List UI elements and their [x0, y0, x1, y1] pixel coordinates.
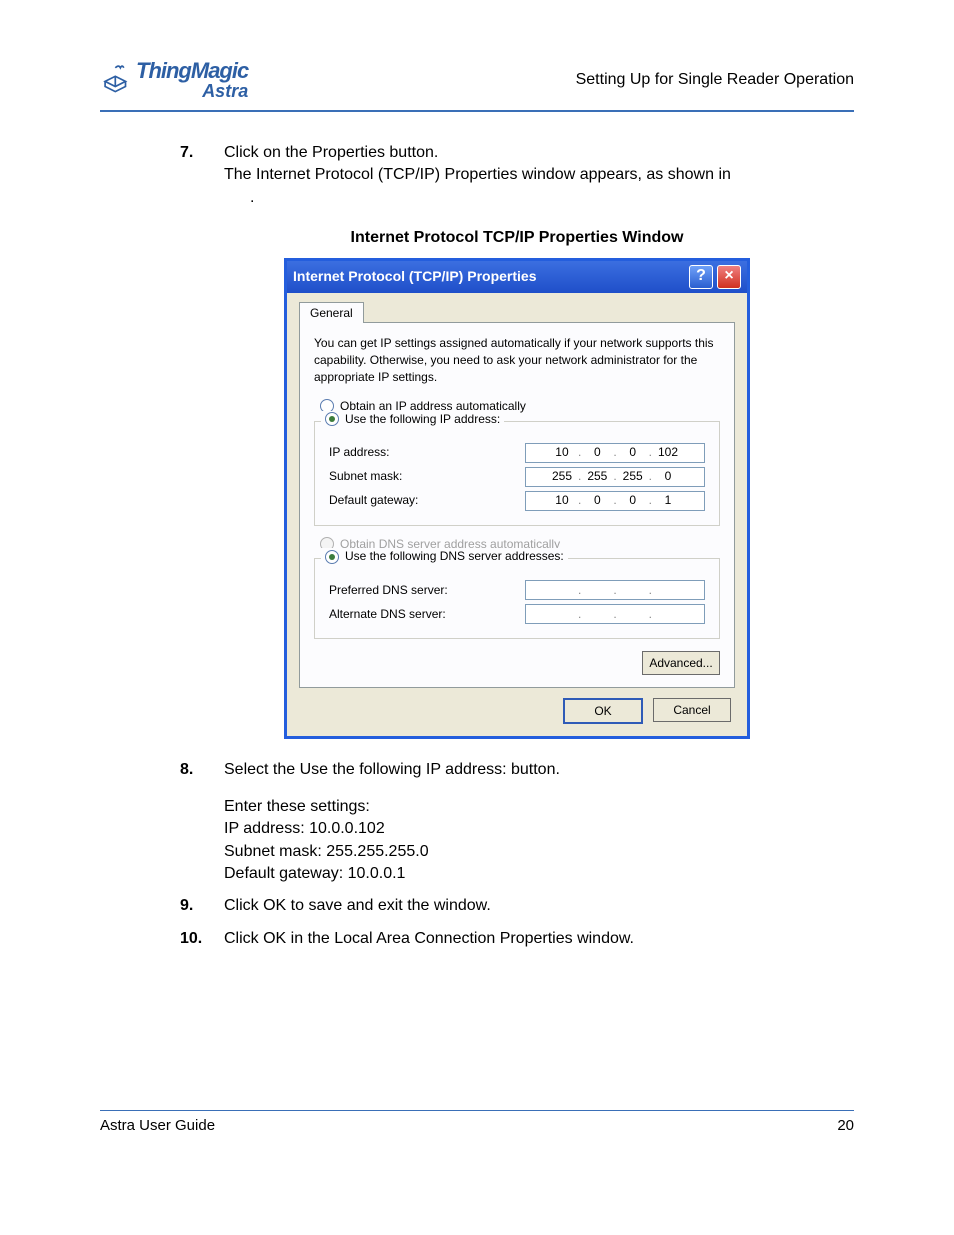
dialog-title: Internet Protocol (TCP/IP) Properties	[293, 267, 536, 287]
input-ip-address[interactable]: 10. 0. 0. 102	[525, 443, 705, 463]
step-number: 9.	[180, 895, 204, 917]
step-number: 7.	[180, 142, 204, 209]
step-text: Enter these settings:	[224, 796, 854, 818]
label-preferred-dns: Preferred DNS server:	[329, 582, 448, 599]
logo-sub-text: Astra	[136, 82, 248, 100]
cancel-button[interactable]: Cancel	[653, 698, 731, 722]
help-button[interactable]: ?	[689, 265, 713, 289]
step-text: Click OK to save and exit the window.	[224, 895, 854, 917]
label-ip-address: IP address:	[329, 444, 389, 461]
step-text: Default gateway: 10.0.0.1	[224, 863, 854, 885]
input-default-gateway[interactable]: 10. 0. 0. 1	[525, 491, 705, 511]
radio-use-ip[interactable]: Use the following IP address:	[321, 411, 504, 428]
dialog-description: You can get IP settings assigned automat…	[314, 335, 720, 385]
radio-icon	[325, 550, 339, 564]
step-text: Click on the Properties button.	[224, 142, 854, 164]
radio-icon	[325, 412, 339, 426]
radio-use-dns[interactable]: Use the following DNS server addresses:	[321, 548, 568, 565]
step-text: Click OK in the Local Area Connection Pr…	[224, 928, 854, 950]
logo-main-text: ThingMagic	[136, 60, 248, 82]
label-subnet-mask: Subnet mask:	[329, 468, 402, 485]
step-number: 8.	[180, 759, 204, 885]
page-number: 20	[837, 1117, 854, 1134]
radio-label: Use the following IP address:	[345, 411, 500, 428]
advanced-button[interactable]: Advanced...	[642, 651, 720, 675]
close-button[interactable]: ×	[717, 265, 741, 289]
step-text: Subnet mask: 255.255.255.0	[224, 841, 854, 863]
section-title: Setting Up for Single Reader Operation	[576, 71, 854, 89]
logo-icon	[100, 61, 134, 100]
step-text: IP address: 10.0.0.102	[224, 818, 854, 840]
footer-left: Astra User Guide	[100, 1117, 215, 1134]
ok-button[interactable]: OK	[563, 698, 643, 724]
step-text: .	[250, 187, 854, 209]
input-subnet-mask[interactable]: 255. 255. 255. 0	[525, 467, 705, 487]
input-alternate-dns[interactable]: . . .	[525, 604, 705, 624]
input-preferred-dns[interactable]: . . .	[525, 580, 705, 600]
tcpip-properties-dialog: Internet Protocol (TCP/IP) Properties ? …	[284, 258, 750, 740]
step-text: The Internet Protocol (TCP/IP) Propertie…	[224, 164, 854, 186]
brand-logo: ThingMagic Astra	[100, 60, 248, 100]
label-default-gateway: Default gateway:	[329, 492, 418, 509]
radio-label: Use the following DNS server addresses:	[345, 548, 564, 565]
label-alternate-dns: Alternate DNS server:	[329, 606, 446, 623]
step-number: 10.	[180, 928, 204, 950]
tab-general[interactable]: General	[299, 302, 364, 324]
step-text: Select the Use the following IP address:…	[224, 759, 854, 781]
figure-title: Internet Protocol TCP/IP Properties Wind…	[180, 227, 854, 249]
